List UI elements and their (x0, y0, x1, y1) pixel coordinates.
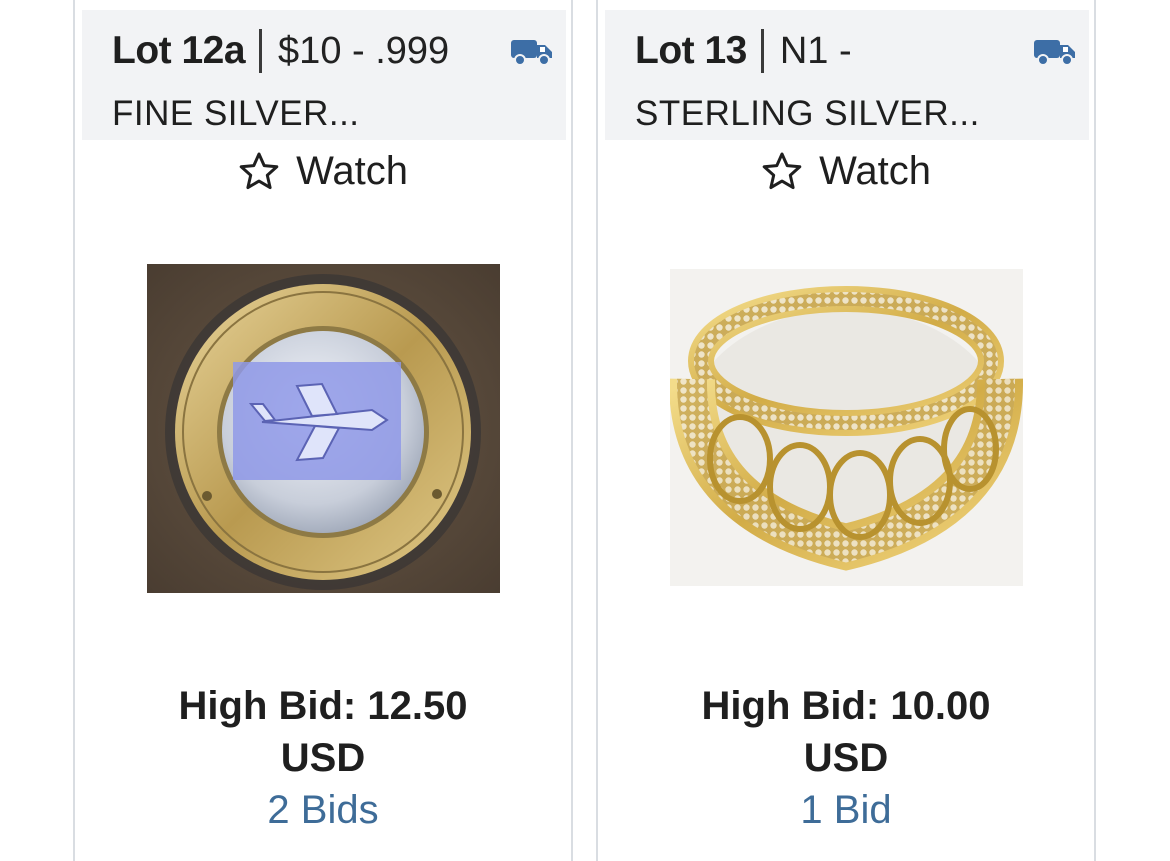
star-outline-icon (239, 152, 279, 190)
high-bid-currency: USD (803, 736, 889, 780)
watch-label: Watch (296, 148, 408, 193)
divider (259, 29, 263, 73)
high-bid-amount: High Bid: 12.50 (178, 684, 468, 728)
bid-count-link[interactable]: 2 Bids (75, 784, 571, 836)
lot-card[interactable]: Lot 13 N1 - STERLING SILVER... Watch Hig… (596, 0, 1096, 861)
watch-button[interactable]: Watch (75, 146, 571, 196)
lot-heading: Lot 13 N1 - (635, 26, 852, 76)
lot-title[interactable]: FINE SILVER... (112, 94, 360, 134)
lot-header[interactable]: Lot 13 N1 - STERLING SILVER... (605, 10, 1089, 140)
lot-number: Lot 13 (635, 29, 747, 72)
lot-image[interactable] (147, 264, 500, 593)
truck-icon (511, 40, 552, 66)
lot-card[interactable]: Lot 12a $10 - .999 FINE SILVER... Watch (73, 0, 573, 861)
lot-title[interactable]: STERLING SILVER... (635, 94, 980, 134)
lot-header[interactable]: Lot 12a $10 - .999 FINE SILVER... (82, 10, 566, 140)
truck-icon (1034, 40, 1075, 66)
high-bid-amount: High Bid: 10.00 (701, 684, 991, 728)
divider (760, 29, 764, 73)
high-bid: High Bid: 10.00 USD (598, 680, 1094, 784)
star-outline-icon (762, 152, 802, 190)
lot-number: Lot 12a (112, 29, 246, 72)
watch-button[interactable]: Watch (598, 146, 1094, 196)
high-bid-currency: USD (280, 736, 366, 780)
lot-grid: Lot 12a $10 - .999 FINE SILVER... Watch (0, 0, 1170, 861)
watch-label: Watch (819, 148, 931, 193)
high-bid: High Bid: 12.50 USD (75, 680, 571, 784)
lot-heading: Lot 12a $10 - .999 (112, 26, 449, 76)
lot-category: $10 - .999 (278, 29, 450, 72)
lot-image[interactable] (670, 269, 1023, 586)
lot-category: N1 - (779, 29, 852, 72)
bid-count-link[interactable]: 1 Bid (598, 784, 1094, 836)
